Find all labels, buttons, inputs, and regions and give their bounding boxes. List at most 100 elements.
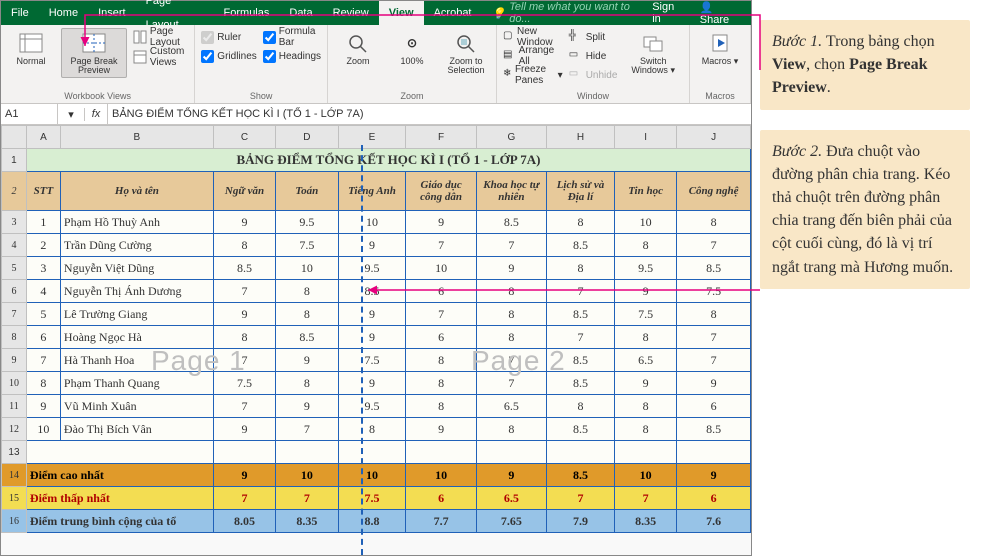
row-header[interactable]: 5	[2, 257, 27, 280]
cell[interactable]: 8.5	[476, 211, 546, 234]
row-header[interactable]: 7	[2, 303, 27, 326]
cell[interactable]: 7	[406, 303, 476, 326]
cell[interactable]: 7	[276, 418, 338, 441]
cell[interactable]: 10	[338, 211, 406, 234]
cell[interactable]: 8	[476, 280, 546, 303]
header-cell[interactable]: Lịch sử và Địa lí	[546, 172, 614, 211]
cell[interactable]: 7.5	[213, 372, 275, 395]
cell[interactable]: 4	[26, 280, 60, 303]
tab-view[interactable]: View	[379, 1, 424, 25]
cell[interactable]: Nguyễn Thị Ánh Dương	[60, 280, 213, 303]
cell[interactable]: 6.5	[476, 395, 546, 418]
cell[interactable]: 8	[276, 372, 338, 395]
cell[interactable]: 8	[614, 418, 676, 441]
cell[interactable]: 7	[406, 234, 476, 257]
cell[interactable]: 9	[213, 418, 275, 441]
row-header[interactable]: 13	[2, 441, 27, 464]
cell[interactable]: 8.5	[677, 418, 751, 441]
cell[interactable]: 10	[614, 211, 676, 234]
cell[interactable]: 7.5	[276, 234, 338, 257]
row-header[interactable]: 3	[2, 211, 27, 234]
cell[interactable]: 7	[677, 349, 751, 372]
cell[interactable]: 9.5	[338, 257, 406, 280]
cell[interactable]: 8.5	[546, 349, 614, 372]
share-button[interactable]: 👤 Share	[692, 1, 751, 26]
title-cell[interactable]: BẢNG ĐIỂM TỔNG KẾT HỌC KÌ I (TỔ 1 - LỚP …	[26, 149, 750, 172]
switch-windows-button[interactable]: Switch Windows ▾	[623, 28, 683, 78]
cell[interactable]: 8	[546, 211, 614, 234]
cell[interactable]: 7	[546, 326, 614, 349]
tab-formulas[interactable]: Formulas	[214, 1, 280, 25]
cell[interactable]: Nguyễn Việt Dũng	[60, 257, 213, 280]
cell[interactable]: 8.5	[338, 280, 406, 303]
tab-file[interactable]: File	[1, 1, 39, 25]
header-cell[interactable]: Họ và tên	[60, 172, 213, 211]
cell[interactable]: 8	[406, 372, 476, 395]
cell[interactable]: 8	[614, 395, 676, 418]
cell[interactable]: 9	[338, 234, 406, 257]
cell[interactable]: 9	[213, 211, 275, 234]
cell[interactable]: 10	[26, 418, 60, 441]
cell[interactable]: 7.5	[338, 349, 406, 372]
cell[interactable]: 7.5	[677, 280, 751, 303]
row-header[interactable]: 1	[2, 149, 27, 172]
cell[interactable]: 8	[614, 234, 676, 257]
cell[interactable]: 9	[677, 372, 751, 395]
freeze-panes-button[interactable]: ❄Freeze Panes ▾	[503, 66, 563, 84]
header-cell[interactable]: Công nghệ	[677, 172, 751, 211]
header-cell[interactable]: Khoa học tự nhiên	[476, 172, 546, 211]
col-header[interactable]: B	[60, 126, 213, 149]
gridlines-checkbox[interactable]: Gridlines	[201, 47, 256, 65]
cell[interactable]: 9	[338, 326, 406, 349]
select-all-corner[interactable]	[2, 126, 27, 149]
cell[interactable]: 8	[546, 395, 614, 418]
cell[interactable]: 8	[338, 418, 406, 441]
row-header[interactable]: 10	[2, 372, 27, 395]
cell[interactable]: 8	[26, 372, 60, 395]
cell[interactable]: 8	[213, 326, 275, 349]
macros-button[interactable]: Macros ▾	[696, 28, 744, 69]
cell[interactable]: Vũ Minh Xuân	[60, 395, 213, 418]
cell[interactable]: 6	[406, 280, 476, 303]
cell[interactable]: 8	[406, 395, 476, 418]
split-button[interactable]: ╬Split	[569, 28, 618, 46]
grid[interactable]: A B C D E F G H I J 1 BẢNG ĐIỂM TỔNG KẾT…	[1, 125, 751, 533]
cell[interactable]: Đào Thị Bích Vân	[60, 418, 213, 441]
cell[interactable]: 9	[406, 418, 476, 441]
zoom-button[interactable]: Zoom	[334, 28, 382, 69]
row-header[interactable]: 14	[2, 464, 27, 487]
header-cell[interactable]: Tin học	[614, 172, 676, 211]
row-header[interactable]: 9	[2, 349, 27, 372]
col-header[interactable]: C	[213, 126, 275, 149]
custom-views-button[interactable]: Custom Views	[133, 48, 188, 66]
cell[interactable]: 9.5	[338, 395, 406, 418]
cell[interactable]: Trần Dũng Cường	[60, 234, 213, 257]
new-window-button[interactable]: ▢New Window	[503, 28, 563, 46]
row-header[interactable]: 12	[2, 418, 27, 441]
sign-in[interactable]: Sign in	[644, 1, 692, 25]
cell[interactable]: 9.5	[614, 257, 676, 280]
cell[interactable]: 9	[338, 372, 406, 395]
cell[interactable]: 8.5	[213, 257, 275, 280]
normal-view-button[interactable]: Normal	[7, 28, 55, 69]
col-header[interactable]: E	[338, 126, 406, 149]
cell[interactable]: 7	[476, 349, 546, 372]
header-cell[interactable]: Tiếng Anh	[338, 172, 406, 211]
cell[interactable]: 8	[677, 303, 751, 326]
formula-bar-checkbox[interactable]: Formula Bar	[263, 28, 321, 46]
zoom-100-button[interactable]: ⊙ 100%	[388, 28, 436, 69]
page-layout-button[interactable]: Page Layout	[133, 28, 188, 46]
col-header[interactable]: I	[614, 126, 676, 149]
cell[interactable]: 9.5	[276, 211, 338, 234]
cell[interactable]: 7.5	[614, 303, 676, 326]
cell[interactable]: 8	[614, 326, 676, 349]
row-header[interactable]: 6	[2, 280, 27, 303]
cell[interactable]: 9	[476, 257, 546, 280]
row-header[interactable]: 2	[2, 172, 27, 211]
tab-home[interactable]: Home	[39, 1, 88, 25]
row-header[interactable]: 4	[2, 234, 27, 257]
cell[interactable]: 9	[276, 395, 338, 418]
cell[interactable]: 9	[406, 211, 476, 234]
cell[interactable]: Lê Trường Giang	[60, 303, 213, 326]
cell[interactable]: 7	[476, 234, 546, 257]
